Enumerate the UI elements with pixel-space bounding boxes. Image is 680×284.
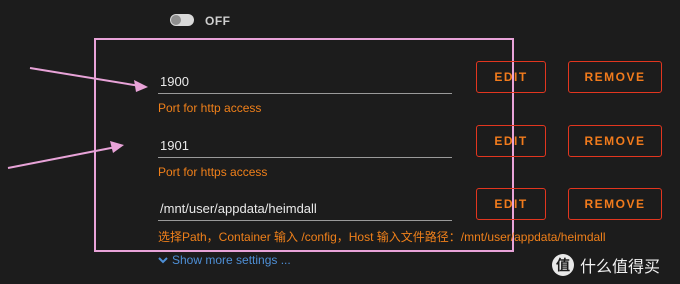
config-row-appdata-path: 选择Path，Container 输入 /config，Host 输入文件路径：… (158, 188, 678, 247)
chevron-down-icon (158, 257, 168, 264)
appdata-path-description: 选择Path，Container 输入 /config，Host 输入文件路径：… (158, 230, 606, 244)
remove-button[interactable]: REMOVE (568, 61, 662, 93)
edit-button[interactable]: EDIT (476, 61, 546, 93)
toggle-label: OFF (205, 14, 231, 28)
toggle-knob (171, 15, 181, 25)
site-watermark: 值 什么值得买 (552, 252, 660, 278)
enable-toggle[interactable] (170, 14, 194, 26)
https-port-description: Port for https access (158, 165, 268, 179)
remove-button[interactable]: REMOVE (568, 188, 662, 220)
edit-button[interactable]: EDIT (476, 125, 546, 157)
watermark-logo-icon: 值 (552, 254, 574, 276)
edit-button[interactable]: EDIT (476, 188, 546, 220)
config-row-http-port: Port for http access EDIT REMOVE (158, 61, 678, 120)
http-port-field[interactable] (158, 70, 452, 94)
show-more-label: Show more settings ... (172, 253, 291, 267)
watermark-text: 什么值得买 (580, 259, 661, 276)
remove-button[interactable]: REMOVE (568, 125, 662, 157)
appdata-path-field[interactable] (158, 197, 452, 221)
https-port-field[interactable] (158, 134, 452, 158)
show-more-settings-link[interactable]: Show more settings ... (158, 253, 291, 267)
http-port-description: Port for http access (158, 101, 262, 115)
config-row-https-port: Port for https access EDIT REMOVE (158, 125, 678, 184)
